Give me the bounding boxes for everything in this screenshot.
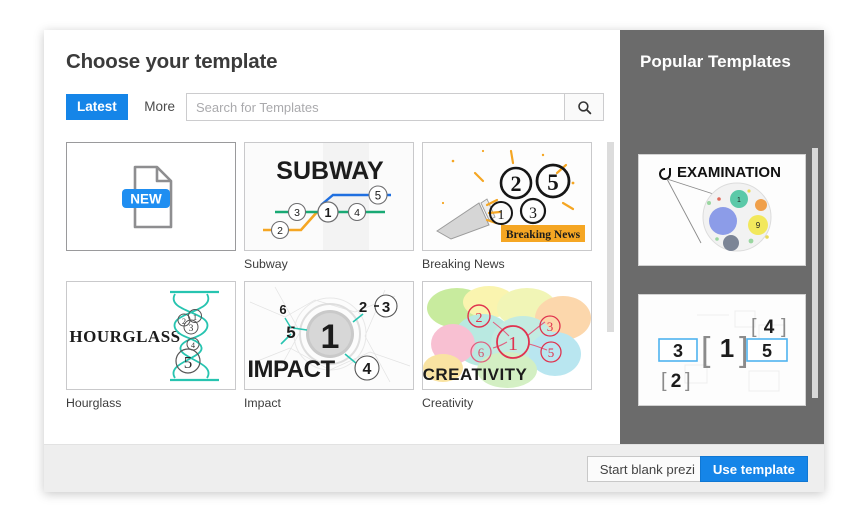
tab-latest[interactable]: Latest xyxy=(66,94,128,120)
brackets-node-2: 2 xyxy=(671,371,682,392)
search-bar xyxy=(186,93,604,121)
template-card-creativity[interactable]: 1 2 3 5 6 CREATIVITY Creativity xyxy=(422,281,594,412)
popular-template-brackets[interactable]: 3 [ 2 ] [ 1 ] [ 4 ] 5 xyxy=(638,294,806,406)
creativity-artwork: 1 2 3 5 6 CREATIVITY xyxy=(423,282,592,390)
popular-templates-panel: Popular Templates EXAMINATION 1 9 xyxy=(620,30,824,444)
examination-node-9: 9 xyxy=(756,221,761,230)
brackets-artwork: 3 [ 2 ] [ 1 ] [ 4 ] 5 xyxy=(639,295,805,405)
impact-node-3: 3 xyxy=(382,299,390,316)
subway-node-2: 2 xyxy=(277,225,283,237)
bracket-open-2: [ xyxy=(661,370,667,392)
brackets-node-4: 4 xyxy=(764,317,775,338)
template-grid: NEW SUBWAY xyxy=(66,142,596,420)
impact-node-1: 1 xyxy=(321,318,340,356)
template-thumbnail-subway[interactable]: SUBWAY 1 2 3 4 xyxy=(244,142,414,251)
impact-node-2: 2 xyxy=(359,299,367,316)
template-label: Breaking News xyxy=(422,251,594,273)
dialog-footer: Start blank prezi Use template xyxy=(44,444,824,492)
creativity-node-5: 5 xyxy=(548,345,555,360)
start-blank-prezi-button[interactable]: Start blank prezi xyxy=(587,456,708,482)
template-thumbnail-breaking-news[interactable]: 2 5 1 3 Breaking News xyxy=(422,142,592,251)
creativity-node-2: 2 xyxy=(476,311,483,326)
template-thumbnail-blank[interactable]: NEW xyxy=(66,142,236,251)
subway-artwork: SUBWAY 1 2 3 4 xyxy=(245,143,414,251)
template-browser: Choose your template Latest More xyxy=(44,30,620,444)
examination-artwork: EXAMINATION 1 9 xyxy=(639,155,805,265)
template-card-breaking-news[interactable]: 2 5 1 3 Breaking News Breaking News xyxy=(422,142,594,273)
search-button[interactable] xyxy=(564,93,604,121)
hourglass-artwork: HOURGLASS 1 2 3 4 xyxy=(67,282,236,390)
bracket-close-4: ] xyxy=(781,316,787,338)
brackets-node-3: 3 xyxy=(673,341,683,361)
template-card-blank[interactable]: NEW xyxy=(66,142,238,273)
impact-title: IMPACT xyxy=(247,356,335,383)
bracket-close-2: ] xyxy=(685,370,691,392)
page-title: Choose your template xyxy=(66,50,277,74)
impact-node-6: 6 xyxy=(279,302,286,317)
template-thumbnail-creativity[interactable]: 1 2 3 5 6 CREATIVITY xyxy=(422,281,592,390)
template-thumbnail-hourglass[interactable]: HOURGLASS 1 2 3 4 xyxy=(66,281,236,390)
tab-more[interactable]: More xyxy=(132,94,185,120)
examination-node-1: 1 xyxy=(737,197,741,204)
breaking-news-artwork: 2 5 1 3 Breaking News xyxy=(423,143,592,251)
choose-template-dialog: Choose your template Latest More xyxy=(44,30,824,492)
use-template-button[interactable]: Use template xyxy=(700,456,808,482)
news-node-5: 5 xyxy=(547,170,559,195)
hourglass-node-4: 4 xyxy=(191,341,195,350)
template-label: Hourglass xyxy=(66,390,238,412)
subway-node-3: 3 xyxy=(294,207,300,219)
brackets-node-1: 1 xyxy=(720,333,734,363)
news-node-3: 3 xyxy=(529,205,537,222)
popular-template-examination[interactable]: EXAMINATION 1 9 xyxy=(638,154,806,266)
creativity-node-1: 1 xyxy=(508,333,518,355)
bracket-open-4: [ xyxy=(751,316,757,338)
news-node-1: 1 xyxy=(498,208,505,223)
subway-node-4: 4 xyxy=(354,207,360,219)
subway-title: SUBWAY xyxy=(276,157,384,185)
creativity-node-6: 6 xyxy=(478,345,485,360)
template-label: Impact xyxy=(244,390,416,412)
popular-templates-scrollbar[interactable] xyxy=(812,148,818,398)
search-icon xyxy=(577,100,592,115)
filter-tabs: Latest More xyxy=(66,94,185,120)
hourglass-title: HOURGLASS xyxy=(69,327,180,346)
new-document-icon: NEW xyxy=(67,143,236,251)
subway-node-1: 1 xyxy=(325,206,332,220)
hourglass-node-3: 3 xyxy=(189,324,194,334)
impact-node-5: 5 xyxy=(286,323,295,342)
search-input[interactable] xyxy=(186,93,564,121)
new-badge-text: NEW xyxy=(130,192,162,207)
examination-title: EXAMINATION xyxy=(677,164,781,181)
popular-templates-title: Popular Templates xyxy=(640,52,791,72)
template-label xyxy=(66,251,238,273)
bracket-open-1: [ xyxy=(701,331,711,369)
creativity-title: CREATIVITY xyxy=(423,365,528,384)
impact-artwork: 1 2 3 4 xyxy=(245,282,414,390)
creativity-node-3: 3 xyxy=(547,319,554,334)
subway-node-5: 5 xyxy=(375,191,381,203)
template-card-hourglass[interactable]: HOURGLASS 1 2 3 4 xyxy=(66,281,238,412)
news-node-2: 2 xyxy=(511,171,522,196)
hourglass-node-5: 5 xyxy=(184,353,193,372)
template-label: Creativity xyxy=(422,390,594,412)
template-card-impact[interactable]: 1 2 3 4 xyxy=(244,281,416,412)
template-grid-scrollbar[interactable] xyxy=(607,142,614,332)
impact-node-4: 4 xyxy=(363,361,372,378)
template-thumbnail-impact[interactable]: 1 2 3 4 xyxy=(244,281,414,390)
template-row: HOURGLASS 1 2 3 4 xyxy=(66,281,596,412)
news-banner-text: Breaking News xyxy=(506,229,581,241)
template-card-subway[interactable]: SUBWAY 1 2 3 4 xyxy=(244,142,416,273)
template-label: Subway xyxy=(244,251,416,273)
brackets-node-5: 5 xyxy=(762,341,772,361)
template-row: NEW SUBWAY xyxy=(66,142,596,273)
